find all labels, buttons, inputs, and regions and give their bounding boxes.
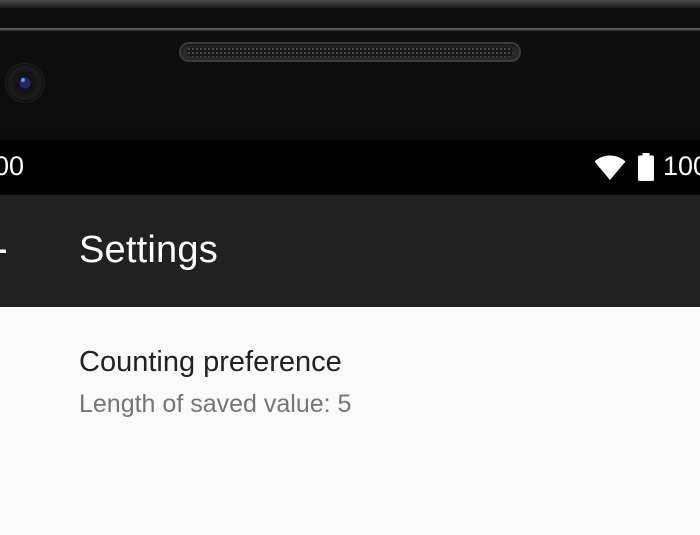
device-edge (0, 28, 700, 31)
preference-item-counting[interactable]: Counting preference Length of saved valu… (0, 307, 700, 437)
settings-list: Counting preference Length of saved valu… (0, 307, 700, 535)
device-rim (0, 0, 700, 8)
page-title: Settings (79, 229, 218, 271)
battery-percent: 100 (663, 151, 700, 181)
back-arrow-icon[interactable] (0, 233, 10, 269)
preference-summary: Length of saved value: 5 (79, 390, 352, 418)
wifi-icon (594, 155, 626, 180)
device-frame: 00 100 Settings Counting preference Leng… (0, 0, 700, 535)
front-camera (6, 64, 44, 102)
status-time: 00 (0, 151, 25, 181)
preference-title: Counting preference (79, 346, 342, 378)
battery-icon (638, 153, 654, 181)
earpiece-speaker (179, 42, 521, 62)
app-bar: Settings (0, 195, 700, 307)
device-bezel (0, 0, 700, 140)
